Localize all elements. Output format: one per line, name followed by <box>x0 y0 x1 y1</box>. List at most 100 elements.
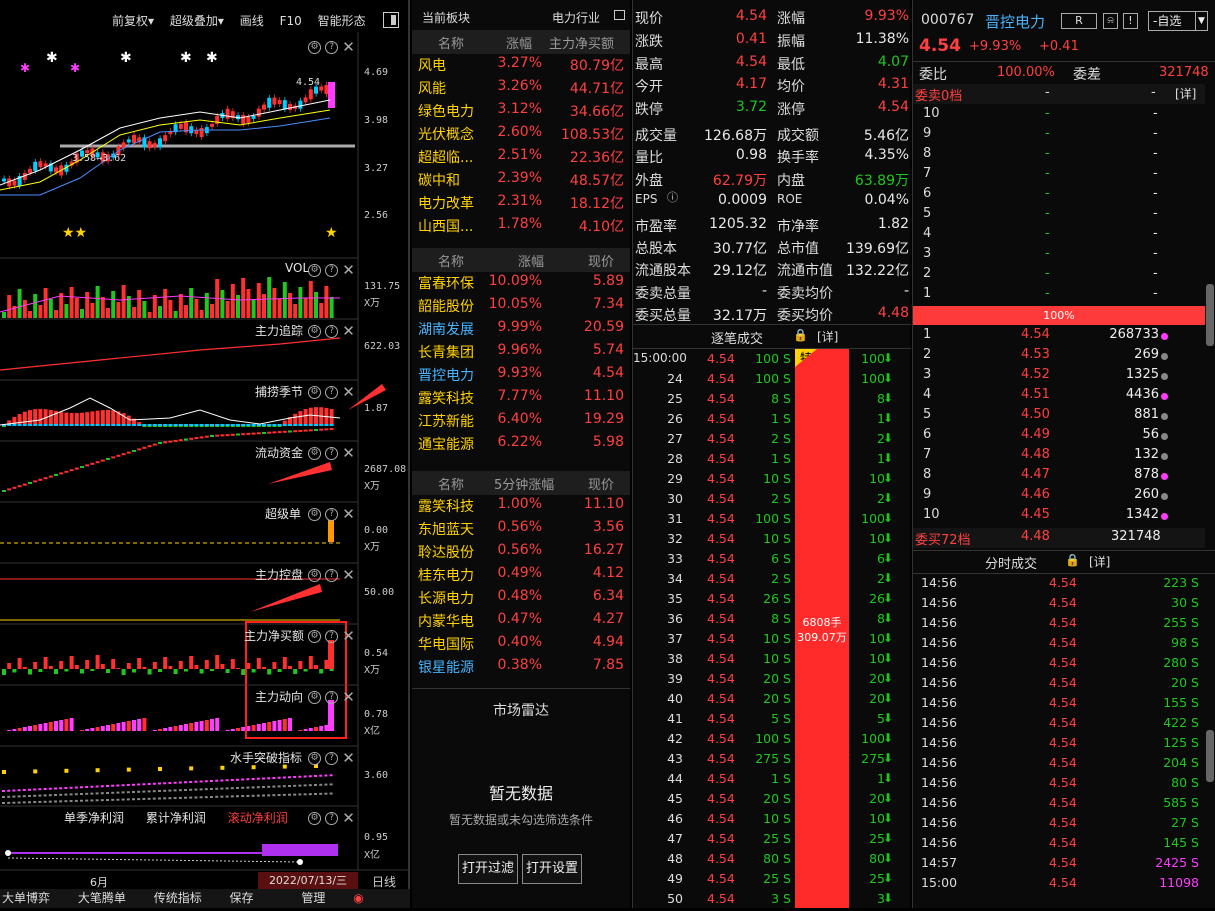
sector-row[interactable]: 长源电力 0.48% 6.34 <box>418 588 628 611</box>
close-icon[interactable]: ✕ <box>342 322 355 340</box>
buy-level-row[interactable]: 10 4.45 1342 <box>913 507 1205 527</box>
sector-row[interactable]: 富春环保 10.09% 5.89 <box>418 273 628 296</box>
help-icon[interactable]: ? <box>325 751 339 765</box>
buy-level-row[interactable]: 6 4.49 56 <box>913 427 1205 447</box>
sell-level-row[interactable]: 6 - - <box>913 186 1205 206</box>
help-icon[interactable]: ? <box>325 446 339 460</box>
sector-row[interactable]: 电力改革 2.31% 18.12亿 <box>418 193 628 216</box>
help-icon[interactable]: ? <box>325 629 339 643</box>
tab-traditional[interactable]: 传统指标 <box>154 891 202 905</box>
settings-icon[interactable]: ⚙ <box>308 690 321 704</box>
help-icon[interactable]: ? <box>325 507 339 521</box>
chart-mark <box>324 725 329 731</box>
close-icon[interactable]: ✕ <box>342 749 355 767</box>
minute-detail-link[interactable]: [详] <box>1089 553 1110 570</box>
window-icon[interactable] <box>614 10 625 20</box>
help-icon[interactable]: ? <box>325 568 339 582</box>
buy-level-row[interactable]: 1 4.54 268733 <box>913 327 1205 347</box>
period-label[interactable]: 日线 <box>372 873 396 890</box>
sell-level-row[interactable]: 9 - - <box>913 126 1205 146</box>
settings-icon[interactable]: ⚙ <box>308 324 321 338</box>
close-icon[interactable]: ✕ <box>342 444 355 462</box>
add-favorite-button[interactable]: -自选 ▼ <box>1148 11 1208 31</box>
rong-badge[interactable]: R <box>1061 13 1097 29</box>
sector-row[interactable]: 露笑科技 1.00% 11.10 <box>418 496 628 519</box>
lock-icon[interactable]: 🔒 <box>1065 553 1080 567</box>
info-icon[interactable]: ⓘ <box>667 189 678 205</box>
tab-save[interactable]: 保存 <box>230 891 254 905</box>
settings-icon[interactable]: ⚙ <box>308 446 321 460</box>
sector-row[interactable]: 桂东电力 0.49% 4.12 <box>418 565 628 588</box>
sector-row[interactable]: 通宝能源 6.22% 5.98 <box>418 434 628 457</box>
minute-scrollbar[interactable] <box>1206 730 1214 782</box>
lock-icon[interactable]: 🔒 <box>793 328 808 342</box>
sell-level-row[interactable]: 1 - - <box>913 286 1205 306</box>
settings-icon[interactable]: ⚙ <box>308 629 321 643</box>
sector-row[interactable]: 东旭蓝天 0.56% 3.56 <box>418 519 628 542</box>
chart-area[interactable]: 前复权▾ 超级叠加▾ 画线 F10 智能形态 ⚙ ? ✕ ✱ ✱ ✱ ✱ ✱ ✱… <box>0 0 410 908</box>
sector-row[interactable]: 风电 3.27% 80.79亿 <box>418 55 628 78</box>
close-icon[interactable]: ✕ <box>342 505 355 523</box>
sell-level-row[interactable]: 3 - - <box>913 246 1205 266</box>
sector-row[interactable]: 绿色电力 3.12% 34.66亿 <box>418 101 628 124</box>
alarm-icon[interactable]: ⍾ <box>1103 13 1118 29</box>
close-icon[interactable]: ✕ <box>342 809 355 827</box>
settings-icon[interactable]: ⚙ <box>308 507 321 521</box>
close-icon[interactable]: ✕ <box>342 688 355 706</box>
sell-detail-link[interactable]: [详] <box>1175 85 1196 102</box>
sector-row[interactable]: 风能 3.26% 44.71亿 <box>418 78 628 101</box>
sell-level-row[interactable]: 2 - - <box>913 266 1205 286</box>
sector-row[interactable]: 超超临... 2.51% 22.36亿 <box>418 147 628 170</box>
sector-row[interactable]: 华电国际 0.40% 4.94 <box>418 634 628 657</box>
scroll-up-icon[interactable]: ◉ <box>353 891 363 905</box>
warning-icon[interactable]: ! <box>1123 13 1138 29</box>
close-icon[interactable]: ✕ <box>342 566 355 584</box>
open-settings-button[interactable]: 打开设置 <box>522 854 582 884</box>
buy-level-row[interactable]: 4 4.51 4436 <box>913 387 1205 407</box>
settings-icon[interactable]: ⚙ <box>308 263 321 277</box>
sell-level-row[interactable]: 5 - - <box>913 206 1205 226</box>
chevron-down-icon[interactable]: ▼ <box>1195 12 1207 30</box>
sector-row[interactable]: 江苏新能 6.40% 19.29 <box>418 411 628 434</box>
help-icon[interactable]: ? <box>325 263 339 277</box>
tab-manage[interactable]: 管理 <box>301 891 325 905</box>
sector-row[interactable]: 碳中和 2.39% 48.57亿 <box>418 170 628 193</box>
sector-row[interactable]: 韶能股份 10.05% 7.34 <box>418 296 628 319</box>
sector-row[interactable]: 光伏概念 2.60% 108.53亿 <box>418 124 628 147</box>
open-filter-button[interactable]: 打开过滤 <box>458 854 518 884</box>
sector-row[interactable]: 山西国... 1.78% 4.10亿 <box>418 216 628 239</box>
help-icon[interactable]: ? <box>325 324 339 338</box>
buy-level-row[interactable]: 3 4.52 1325 <box>913 367 1205 387</box>
close-icon[interactable]: ✕ <box>342 383 355 401</box>
close-icon[interactable]: ✕ <box>342 627 355 645</box>
settings-icon[interactable]: ⚙ <box>308 568 321 582</box>
sell-level-row[interactable]: 7 - - <box>913 166 1205 186</box>
buy-level-row[interactable]: 7 4.48 132 <box>913 447 1205 467</box>
settings-icon[interactable]: ⚙ <box>308 811 321 825</box>
sector-row[interactable]: 长青集团 9.96% 5.74 <box>418 342 628 365</box>
sector-row[interactable]: 聆达股份 0.56% 16.27 <box>418 542 628 565</box>
sell-level-row[interactable]: 4 - - <box>913 226 1205 246</box>
sector-row[interactable]: 银星能源 0.38% 7.85 <box>418 657 628 680</box>
help-icon[interactable]: ? <box>325 690 339 704</box>
buy-level-row[interactable]: 9 4.46 260 <box>913 487 1205 507</box>
ticks-detail-link[interactable]: [详] <box>817 328 838 345</box>
buy-level-row[interactable]: 2 4.53 269 <box>913 347 1205 367</box>
sector-header-name[interactable]: 电力行业 <box>552 9 600 26</box>
sell-level-row[interactable]: 8 - - <box>913 146 1205 166</box>
buy-level-row[interactable]: 8 4.47 878 <box>913 467 1205 487</box>
close-icon[interactable]: ✕ <box>342 261 355 279</box>
settings-icon[interactable]: ⚙ <box>308 751 321 765</box>
sector-row[interactable]: 湖南发展 9.99% 20.59 <box>418 319 628 342</box>
settings-icon[interactable]: ⚙ <box>308 385 321 399</box>
sector-row[interactable]: 露笑科技 7.77% 11.10 <box>418 388 628 411</box>
orderbook-scrollbar[interactable] <box>1206 284 1214 346</box>
tab-dadan[interactable]: 大单博弈 <box>2 891 50 905</box>
help-icon[interactable]: ? <box>325 385 339 399</box>
sector-row[interactable]: 晋控电力 9.93% 4.54 <box>418 365 628 388</box>
buy-level-row[interactable]: 5 4.50 881 <box>913 407 1205 427</box>
sell-level-row[interactable]: 10 - - <box>913 106 1205 126</box>
tab-dabi[interactable]: 大笔腾单 <box>78 891 126 905</box>
sector-row[interactable]: 内蒙华电 0.47% 4.27 <box>418 611 628 634</box>
help-icon[interactable]: ? <box>325 811 339 825</box>
